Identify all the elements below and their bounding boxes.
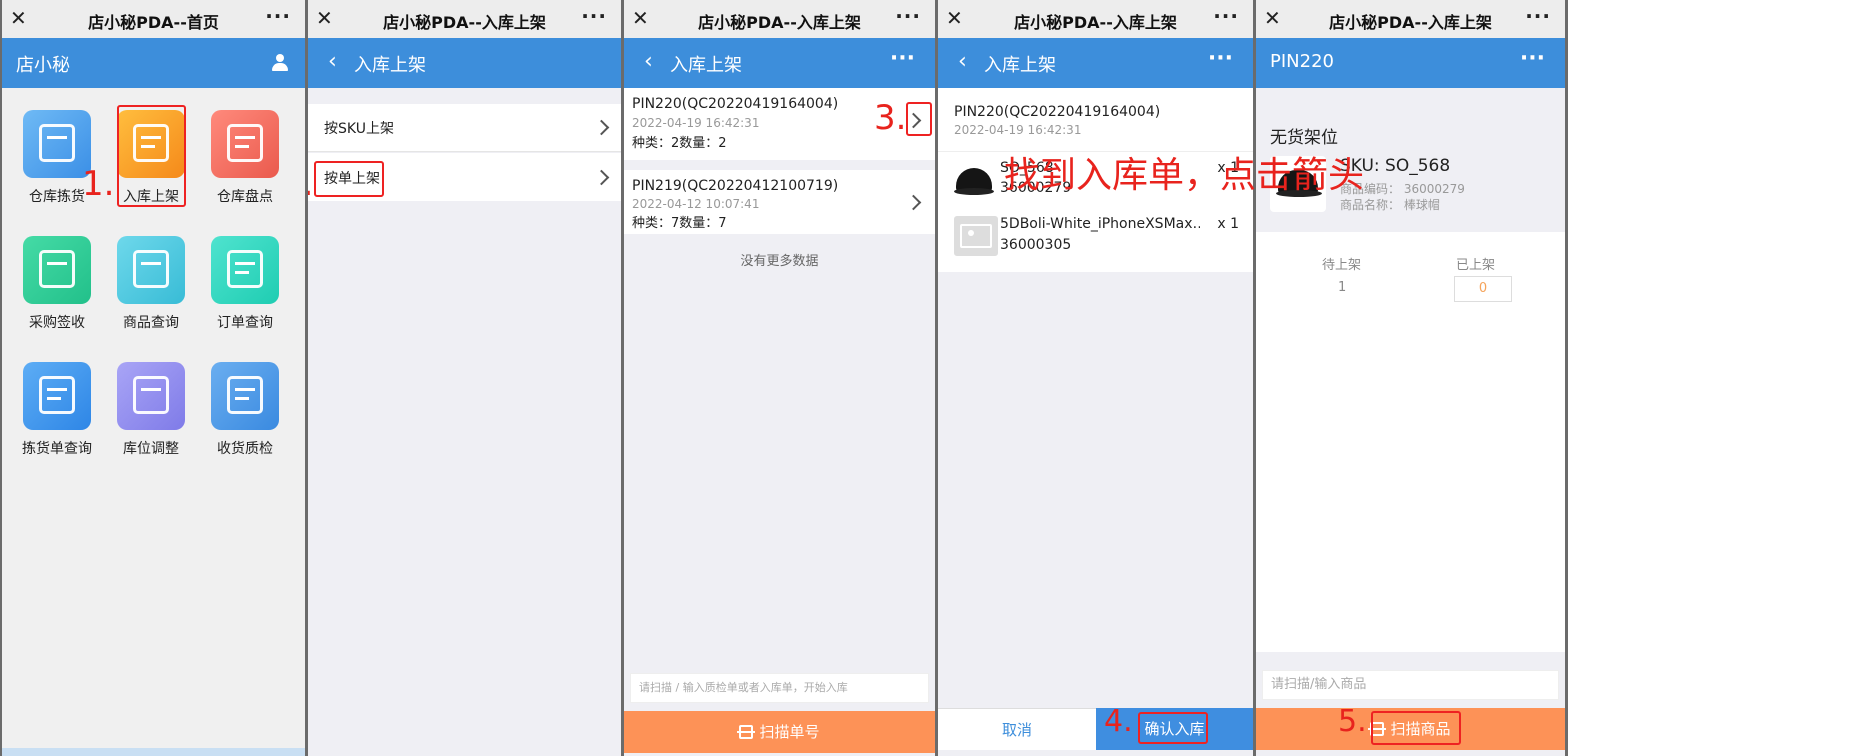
product-image: [952, 160, 996, 204]
screen-putaway-menu: ✕ 店小秘PDA--入库上架 ··· ‹ 入库上架 按SKU上架 按单上架 2.: [308, 0, 621, 756]
header-title: 入库上架: [354, 55, 426, 76]
step-number: 1.: [82, 164, 115, 204]
shelf-location: 无货架位: [1270, 128, 1338, 148]
header-title: 店小秘: [16, 55, 70, 76]
order-time: 2022-04-19 16:42:31: [954, 123, 1082, 137]
item-qty: x 1: [1217, 216, 1239, 232]
order-id: PIN220(QC20220419164004): [632, 96, 839, 112]
window-title: 店小秘PDA--入库上架: [383, 13, 546, 32]
grid-label: 仓库盘点: [217, 189, 273, 205]
swap-icon: [117, 362, 185, 430]
more-icon[interactable]: ···: [581, 4, 607, 28]
header-title: 入库上架: [984, 55, 1056, 76]
more-icon[interactable]: ···: [895, 4, 921, 28]
chevron-right-icon: [593, 119, 610, 136]
pending-label: 待上架: [1322, 258, 1362, 273]
more-icon[interactable]: ···: [1213, 4, 1239, 28]
wechat-title-bar: ✕ 店小秘PDA--入库上架 ···: [1256, 0, 1565, 38]
grid-label: 订单查询: [217, 315, 273, 331]
app-header: ‹ 入库上架: [308, 38, 621, 88]
shelved-quantity-input[interactable]: 0: [1454, 276, 1512, 302]
app-header: 店小秘: [2, 38, 305, 88]
grid-item-receiving-qc[interactable]: 收货质检: [190, 362, 300, 458]
divider: [1565, 0, 1568, 756]
wechat-title-bar: ✕ 店小秘PDA--入库上架 ···: [308, 0, 621, 38]
more-icon[interactable]: ···: [1208, 46, 1233, 71]
step3-instruction: 找到入库单，点击箭头: [1004, 155, 1365, 196]
more-icon[interactable]: ···: [265, 4, 291, 28]
menu-item-by-sku[interactable]: 按SKU上架: [308, 104, 621, 152]
menu-label: 按SKU上架: [324, 121, 394, 137]
chevron-right-icon[interactable]: [905, 194, 922, 211]
order-time: 2022-04-12 10:07:41: [632, 197, 760, 211]
back-icon[interactable]: ‹: [958, 49, 967, 74]
calculator-icon: [211, 110, 279, 178]
more-icon[interactable]: ···: [890, 46, 915, 71]
quantity-panel: 待上架 1 已上架 0: [1256, 232, 1565, 652]
check-card-icon: [23, 236, 91, 304]
item-code: 36000305: [1000, 237, 1072, 253]
bottom-strip: [2, 748, 305, 756]
grid-label: 收货质检: [217, 441, 273, 457]
wechat-title-bar: ✕ 店小秘PDA--首页 ···: [2, 0, 305, 38]
shelved-label: 已上架: [1456, 258, 1496, 273]
search-box-icon: [117, 236, 185, 304]
order-summary: 种类：2数量：2: [632, 136, 727, 151]
image-placeholder-icon: [954, 216, 998, 256]
app-header: PIN220 ···: [1256, 38, 1565, 88]
step-number: 2.: [308, 164, 313, 204]
scan-button-label: 扫描单号: [759, 723, 820, 741]
highlight-box: [1371, 711, 1461, 745]
chevron-right-icon: [593, 169, 610, 186]
step-number: 3.: [874, 98, 907, 138]
order-id: PIN219(QC20220412100719): [632, 178, 839, 194]
app-header: ‹ 入库上架 ···: [938, 38, 1253, 88]
order-scan-input[interactable]: 请扫描 / 输入质检单或者入库单，开始入库: [630, 673, 929, 703]
product-name: 商品名称： 棒球帽: [1340, 198, 1440, 212]
window-title: 店小秘PDA--入库上架: [698, 13, 861, 32]
inspect-box-icon: [211, 362, 279, 430]
back-icon[interactable]: ‹: [644, 49, 653, 74]
list-doc-icon: [23, 362, 91, 430]
header-title: PIN220: [1270, 51, 1334, 72]
more-icon[interactable]: ···: [1525, 4, 1551, 28]
cancel-button[interactable]: 取消: [938, 708, 1096, 750]
highlight-box: [906, 102, 932, 136]
no-more-data: 没有更多数据: [740, 254, 819, 269]
order-row[interactable]: PIN219(QC20220412100719) 2022-04-12 10:0…: [624, 170, 935, 234]
user-icon[interactable]: [271, 54, 289, 72]
back-icon[interactable]: ‹: [328, 49, 337, 74]
grid-item-stocktake[interactable]: 仓库盘点: [190, 110, 300, 206]
highlight-box: [117, 105, 186, 207]
window-title: 店小秘PDA--首页: [88, 13, 219, 32]
order-summary: 种类：7数量：7: [632, 216, 727, 231]
cart-icon: [23, 110, 91, 178]
highlight-box: [1138, 712, 1208, 744]
order-time: 2022-04-19 16:42:31: [632, 116, 760, 130]
item-sku: 5DBoli-White_iPhoneXSMax…: [1000, 216, 1200, 232]
wechat-title-bar: ✕ 店小秘PDA--入库上架 ···: [938, 0, 1253, 38]
step-number: 4.: [1104, 704, 1133, 739]
order-doc-icon: [211, 236, 279, 304]
window-title: 店小秘PDA--入库上架: [1014, 13, 1177, 32]
app-header: ‹ 入库上架 ···: [624, 38, 935, 88]
scan-icon: [737, 725, 756, 739]
grid-item-order-search[interactable]: 订单查询: [190, 236, 300, 332]
product-scan-input[interactable]: 请扫描/输入商品: [1262, 670, 1559, 700]
screen-home: ✕ 店小秘PDA--首页 ··· 店小秘 仓库拣货 入库上架 仓库盘点 采购签收…: [2, 0, 305, 756]
more-icon[interactable]: ···: [1520, 46, 1545, 71]
order-id: PIN220(QC20220419164004): [954, 104, 1161, 120]
wechat-title-bar: ✕ 店小秘PDA--入库上架 ···: [624, 0, 935, 38]
window-title: 店小秘PDA--入库上架: [1329, 13, 1492, 32]
screen-order-detail: ✕ 店小秘PDA--入库上架 ··· ‹ 入库上架 ··· PIN220(QC2…: [938, 0, 1253, 756]
screen-order-list: ✕ 店小秘PDA--入库上架 ··· ‹ 入库上架 ··· PIN220(QC2…: [624, 0, 935, 756]
screen-item-putaway: ✕ 店小秘PDA--入库上架 ··· PIN220 ··· 无货架位 SKU: …: [1256, 0, 1565, 756]
header-title: 入库上架: [670, 55, 742, 76]
step-number: 5.: [1338, 704, 1367, 739]
pending-value: 1: [1338, 280, 1347, 295]
highlight-box: [314, 161, 384, 197]
scan-order-button[interactable]: 扫描单号: [624, 711, 935, 753]
